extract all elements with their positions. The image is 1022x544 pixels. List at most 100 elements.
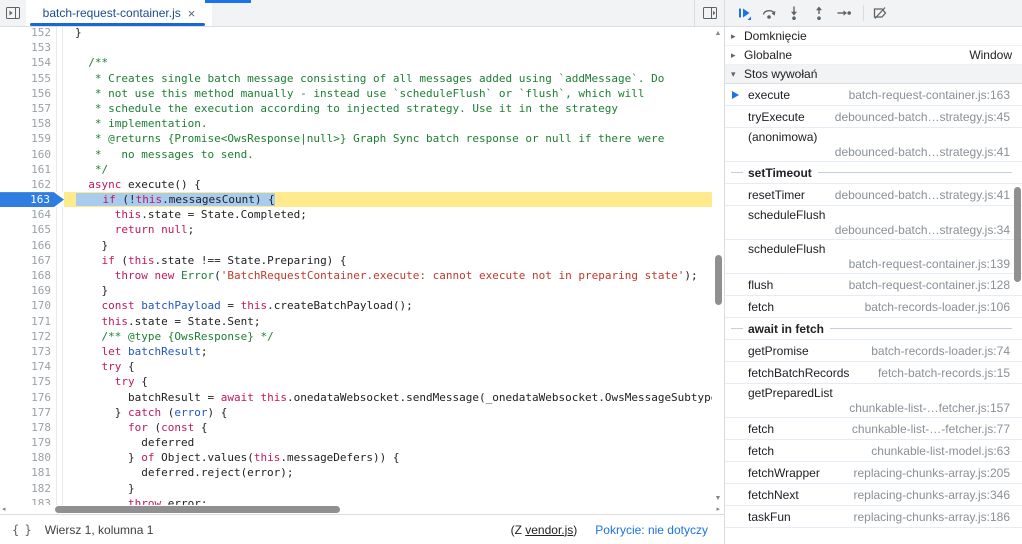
scroll-right-icon[interactable]: ▸: [716, 505, 720, 514]
deactivate-breakpoints-button[interactable]: [870, 1, 890, 25]
line-number[interactable]: 171: [0, 314, 57, 329]
resume-button[interactable]: [734, 1, 754, 25]
callstack-frame[interactable]: (anonimowa)debounced-batch…strategy.js:4…: [725, 128, 1022, 162]
code-text[interactable]: if (this.state !== State.Preparing) {: [63, 253, 724, 268]
toggle-debugger-sidebar-button[interactable]: [697, 5, 723, 21]
scroll-up-icon[interactable]: ▲: [712, 30, 724, 37]
code-line[interactable]: 160 * no messages to send.: [0, 147, 724, 162]
step-out-button[interactable]: [809, 1, 829, 25]
frame-location[interactable]: fetch-batch-records.js:15: [870, 366, 1010, 380]
code-text[interactable]: let batchResult;: [63, 344, 724, 359]
frame-location[interactable]: replacing-chunks-array.js:186: [845, 510, 1010, 524]
line-number[interactable]: 167: [0, 253, 57, 268]
callstack-frame[interactable]: scheduleFlushbatch-request-container.js:…: [725, 240, 1022, 274]
line-number[interactable]: 161: [0, 162, 57, 177]
code-text[interactable]: /** @type {OwsResponse} */: [63, 329, 724, 344]
code-line[interactable]: 155 * Creates single batch message consi…: [0, 71, 724, 86]
scope-global-row[interactable]: ▸ Globalne Window: [725, 46, 1022, 65]
callstack-frame[interactable]: fetchchunkable-list-…-fetcher.js:77: [725, 418, 1022, 440]
code-text[interactable]: * no messages to send.: [63, 147, 724, 162]
code-text[interactable]: }: [63, 238, 724, 253]
execution-line-badge[interactable]: 163: [0, 192, 64, 207]
callstack-frame[interactable]: scheduleFlushdebounced-batch…strategy.js…: [725, 206, 1022, 240]
frame-location[interactable]: batch-records-loader.js:74: [863, 344, 1010, 358]
code-text[interactable]: * not use this method manually - instead…: [63, 86, 724, 101]
line-number[interactable]: 175: [0, 374, 57, 389]
horizontal-scroll-thumb[interactable]: [55, 506, 340, 513]
line-number[interactable]: 164: [0, 207, 57, 222]
line-number[interactable]: 174: [0, 359, 57, 374]
code-line[interactable]: 167 if (this.state !== State.Preparing) …: [0, 253, 724, 268]
code-line[interactable]: 179 deferred: [0, 435, 724, 450]
editor-horizontal-scrollbar[interactable]: ◂ ▸: [0, 505, 724, 514]
callstack-frame[interactable]: flushbatch-request-container.js:128: [725, 274, 1022, 296]
callstack-frame[interactable]: getPreparedListchunkable-list-…fetcher.j…: [725, 384, 1022, 418]
callstack-frame[interactable]: fetchBatchRecordsfetch-batch-records.js:…: [725, 362, 1022, 384]
code-text[interactable]: * Creates single batch message consistin…: [63, 71, 724, 86]
frame-location[interactable]: debounced-batch…strategy.js:41: [748, 145, 1010, 160]
code-line[interactable]: 176 batchResult = await this.onedataWebs…: [0, 390, 724, 405]
code-line[interactable]: 178 for (const {: [0, 420, 724, 435]
step-button[interactable]: [834, 1, 854, 25]
frame-location[interactable]: replacing-chunks-array.js:205: [845, 466, 1010, 480]
code-text[interactable]: */: [63, 162, 724, 177]
callstack-frame[interactable]: fetchchunkable-list-model.js:63: [725, 440, 1022, 462]
code-line[interactable]: 154 /**: [0, 55, 724, 70]
code-text[interactable]: this.state = State.Sent;: [63, 314, 724, 329]
code-line[interactable]: 152}: [0, 27, 724, 40]
frame-location[interactable]: replacing-chunks-array.js:346: [845, 488, 1010, 502]
vendor-source-link[interactable]: vendor.js: [525, 523, 573, 537]
code-line[interactable]: 183 throw error;: [0, 496, 724, 505]
code-line[interactable]: 157 * schedule the execution according t…: [0, 101, 724, 116]
coverage-link[interactable]: Pokrycie: nie dotyczy: [595, 523, 708, 537]
code-line-current[interactable]: 163 if (!this.messagesCount) {: [0, 192, 724, 207]
tab-batch-request-container[interactable]: batch-request-container.js ×: [26, 0, 212, 26]
line-number[interactable]: 169: [0, 283, 57, 298]
code-line[interactable]: 171 this.state = State.Sent;: [0, 314, 724, 329]
frame-location[interactable]: batch-request-container.js:128: [841, 278, 1010, 292]
line-number[interactable]: 153: [0, 40, 57, 55]
code-editor[interactable]: 152}153154 /**155 * Creates single batch…: [0, 27, 724, 505]
line-number[interactable]: 178: [0, 420, 57, 435]
callstack-frame[interactable]: fetchNextreplacing-chunks-array.js:346: [725, 484, 1022, 506]
line-number[interactable]: 159: [0, 131, 57, 146]
code-text[interactable]: deferred: [63, 435, 724, 450]
frame-location[interactable]: debounced-batch…strategy.js:41: [827, 188, 1010, 202]
code-line[interactable]: 165 return null;: [0, 222, 724, 237]
code-line[interactable]: 156 * not use this method manually - ins…: [0, 86, 724, 101]
line-number[interactable]: 168: [0, 268, 57, 283]
chevron-right-icon[interactable]: ▸: [731, 50, 744, 61]
vertical-scroll-thumb[interactable]: [715, 255, 722, 305]
code-text[interactable]: [63, 40, 724, 55]
line-number[interactable]: 166: [0, 238, 57, 253]
code-line[interactable]: 161 */: [0, 162, 724, 177]
frame-location[interactable]: chunkable-list-…fetcher.js:157: [748, 401, 1010, 416]
code-line[interactable]: 153: [0, 40, 724, 55]
code-line[interactable]: 177 } catch (error) {: [0, 405, 724, 420]
toggle-navigator-button[interactable]: [0, 0, 26, 26]
frame-location[interactable]: debounced-batch…strategy.js:45: [827, 110, 1010, 124]
code-text[interactable]: }: [63, 283, 724, 298]
editor-vertical-scrollbar[interactable]: ▲ ▼: [712, 27, 724, 505]
code-text[interactable]: * implementation.: [63, 116, 724, 131]
code-line[interactable]: 159 * @returns {Promise<OwsResponse|null…: [0, 131, 724, 146]
code-text[interactable]: this.state = State.Completed;: [63, 207, 724, 222]
code-line[interactable]: 173 let batchResult;: [0, 344, 724, 359]
line-number[interactable]: 162: [0, 177, 57, 192]
line-number[interactable]: 172: [0, 329, 57, 344]
code-text[interactable]: * schedule the execution according to in…: [63, 101, 724, 116]
code-line[interactable]: 182 }: [0, 481, 724, 496]
code-text[interactable]: }: [63, 481, 724, 496]
callstack-frame[interactable]: tryExecutedebounced-batch…strategy.js:45: [725, 106, 1022, 128]
line-number[interactable]: 182: [0, 481, 57, 496]
frame-location[interactable]: chunkable-list-…-fetcher.js:77: [844, 422, 1010, 436]
code-line[interactable]: 172 /** @type {OwsResponse} */: [0, 329, 724, 344]
scroll-down-icon[interactable]: ▼: [712, 495, 724, 502]
line-number[interactable]: 181: [0, 465, 57, 480]
code-text[interactable]: throw new Error('BatchRequestContainer.e…: [63, 268, 724, 283]
code-line[interactable]: 174 try {: [0, 359, 724, 374]
code-text[interactable]: batchResult = await this.onedataWebsocke…: [63, 390, 724, 405]
code-text[interactable]: }: [63, 27, 724, 40]
frame-location[interactable]: chunkable-list-model.js:63: [863, 444, 1010, 458]
callstack-frame[interactable]: taskFunreplacing-chunks-array.js:186: [725, 506, 1022, 528]
